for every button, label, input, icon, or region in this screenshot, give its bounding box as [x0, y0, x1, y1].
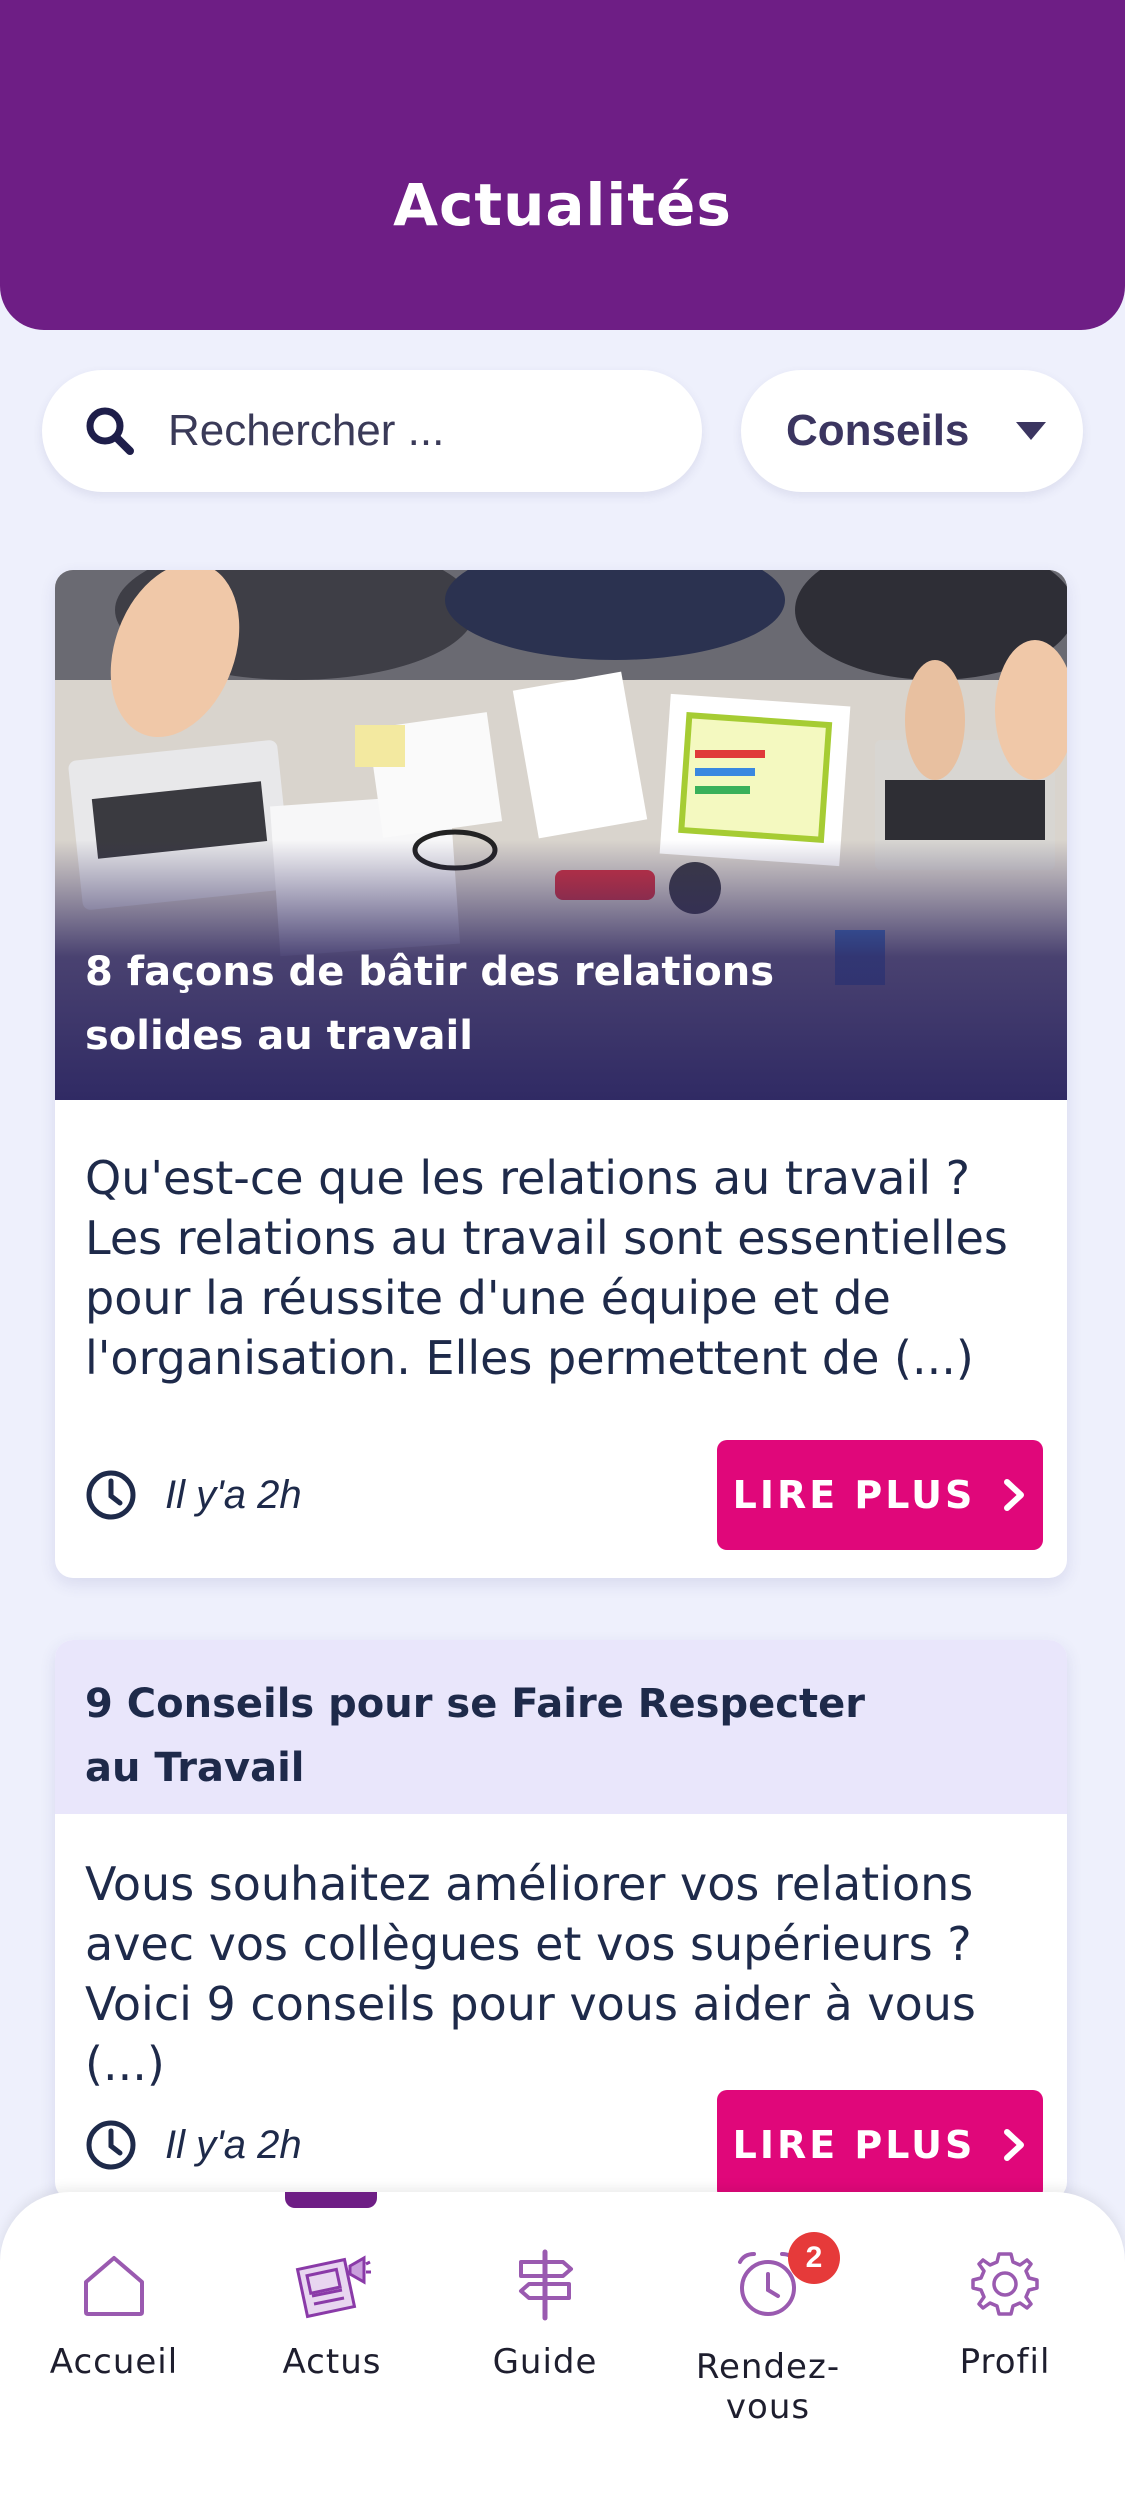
article-card[interactable]: 8 façons de bâtir des relations solides … [55, 570, 1067, 1578]
chevron-right-icon [1004, 2129, 1025, 2161]
bottom-tab-bar: Accueil Actus Guide 2 Rendez-vous Profil [0, 2192, 1125, 2511]
article-header: 9 Conseils pour se Faire Respecter au Tr… [55, 1640, 1067, 1814]
clock-icon [86, 1470, 136, 1520]
article-time-text: Il y'a 2h [165, 1472, 302, 1517]
read-more-label: LIRE PLUS [732, 1473, 976, 1517]
signpost-icon [519, 2249, 573, 2321]
search-bar[interactable] [42, 370, 702, 492]
article-time: Il y'a 2h [85, 2119, 302, 2171]
active-tab-indicator [285, 2192, 377, 2208]
search-icon [86, 407, 134, 455]
tab-label: Guide [492, 2342, 598, 2382]
article-time-text: Il y'a 2h [165, 2122, 302, 2167]
article-card[interactable]: 9 Conseils pour se Faire Respecter au Tr… [55, 1640, 1067, 2200]
tab-label: Profil [959, 2342, 1051, 2382]
clock-icon [86, 2120, 136, 2170]
article-title: 8 façons de bâtir des relations solides … [85, 949, 775, 1059]
tab-label: Accueil [49, 2342, 179, 2382]
tab-guide[interactable]: Guide [435, 2244, 655, 2382]
tab-label: Actus [282, 2342, 382, 2382]
page-title: Actualités [393, 171, 732, 239]
article-image: 8 façons de bâtir des relations solides … [55, 570, 1067, 1100]
read-more-button[interactable]: LIRE PLUS [717, 2090, 1043, 2200]
article-title: 9 Conseils pour se Faire Respecter au Tr… [85, 1681, 865, 1791]
notification-badge: 2 [788, 2232, 840, 2284]
article-excerpt: Qu'est-ce que les relations au travail ?… [85, 1151, 1008, 1385]
app-header: Actualités [0, 0, 1125, 330]
tab-rendez-vous[interactable]: 2 Rendez-vous [658, 2232, 878, 2427]
chevron-right-icon [1004, 1479, 1025, 1511]
article-time: Il y'a 2h [85, 1469, 302, 1521]
read-more-button[interactable]: LIRE PLUS [717, 1440, 1043, 1550]
tab-actus[interactable]: Actus [222, 2244, 442, 2382]
tab-label: Rendez-vous [695, 2347, 841, 2427]
search-input[interactable] [168, 406, 648, 456]
category-filter-dropdown[interactable]: Conseils [741, 370, 1083, 492]
tab-accueil[interactable]: Accueil [4, 2244, 224, 2382]
article-excerpt: Vous souhaitez améliorer vos relations a… [85, 1857, 976, 2091]
tab-profil[interactable]: Profil [895, 2244, 1115, 2382]
gear-icon [971, 2252, 1039, 2316]
read-more-label: LIRE PLUS [732, 2123, 976, 2167]
home-icon [84, 2256, 144, 2316]
filter-selected-value: Conseils [786, 406, 970, 455]
newspaper-icon [295, 2255, 371, 2319]
caret-down-icon [1016, 422, 1046, 440]
